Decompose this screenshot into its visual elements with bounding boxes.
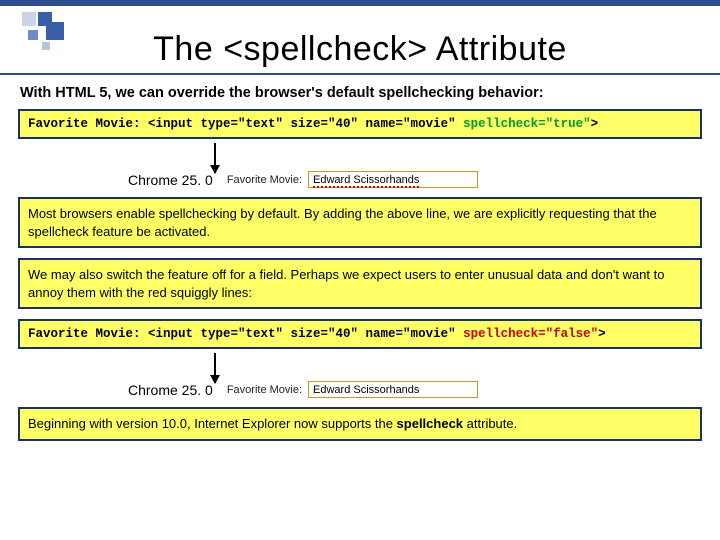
decorative-squares — [22, 12, 92, 52]
info-box-3: Beginning with version 10.0, Internet Ex… — [18, 407, 702, 441]
top-rule — [0, 0, 720, 6]
arrow-down-icon — [214, 143, 216, 173]
slide: The <spellcheck> Attribute With HTML 5, … — [0, 0, 720, 540]
code-attr-true: spellcheck="true" — [463, 117, 591, 131]
chrome-demo-2: Chrome 25. 0 Favorite Movie: Edward Scis… — [128, 381, 478, 398]
demo-value-2: Edward Scissorhands — [313, 384, 419, 396]
page-title: The <spellcheck> Attribute — [18, 30, 702, 69]
code-pre-2: Favorite Movie: <input type="text" size=… — [28, 327, 463, 341]
intro-text: With HTML 5, we can override the browser… — [20, 85, 700, 101]
code-attr-false: spellcheck="false" — [463, 327, 598, 341]
box3-post: attribute. — [463, 416, 517, 431]
info-box-2: We may also switch the feature off for a… — [18, 258, 702, 309]
demo-input-spellchecked: Edward Scissorhands — [308, 171, 478, 188]
arrow-row-2: Chrome 25. 0 Favorite Movie: Edward Scis… — [18, 355, 702, 401]
arrow-down-icon — [214, 353, 216, 383]
title-rule — [0, 73, 720, 75]
arrow-row-1: Chrome 25. 0 Favorite Movie: Edward Scis… — [18, 145, 702, 191]
chrome-label: Chrome 25. 0 — [128, 172, 213, 188]
demo-field-false: Favorite Movie: Edward Scissorhands — [227, 381, 478, 398]
code-pre: Favorite Movie: <input type="text" size=… — [28, 117, 463, 131]
chrome-demo-1: Chrome 25. 0 Favorite Movie: Edward Scis… — [128, 171, 478, 188]
chrome-label-2: Chrome 25. 0 — [128, 382, 213, 398]
box3-pre: Beginning with version 10.0, Internet Ex… — [28, 416, 397, 431]
demo-label: Favorite Movie: — [227, 174, 302, 186]
code-post: > — [591, 117, 599, 131]
demo-value: Edward Scissorhands — [313, 174, 419, 188]
demo-input-plain: Edward Scissorhands — [308, 381, 478, 398]
code-post-2: > — [598, 327, 606, 341]
code-box-false: Favorite Movie: <input type="text" size=… — [18, 319, 702, 349]
info-box-1: Most browsers enable spellchecking by de… — [18, 197, 702, 248]
demo-label-2: Favorite Movie: — [227, 384, 302, 396]
box3-strong: spellcheck — [397, 416, 464, 431]
code-box-true: Favorite Movie: <input type="text" size=… — [18, 109, 702, 139]
demo-field-true: Favorite Movie: Edward Scissorhands — [227, 171, 478, 188]
